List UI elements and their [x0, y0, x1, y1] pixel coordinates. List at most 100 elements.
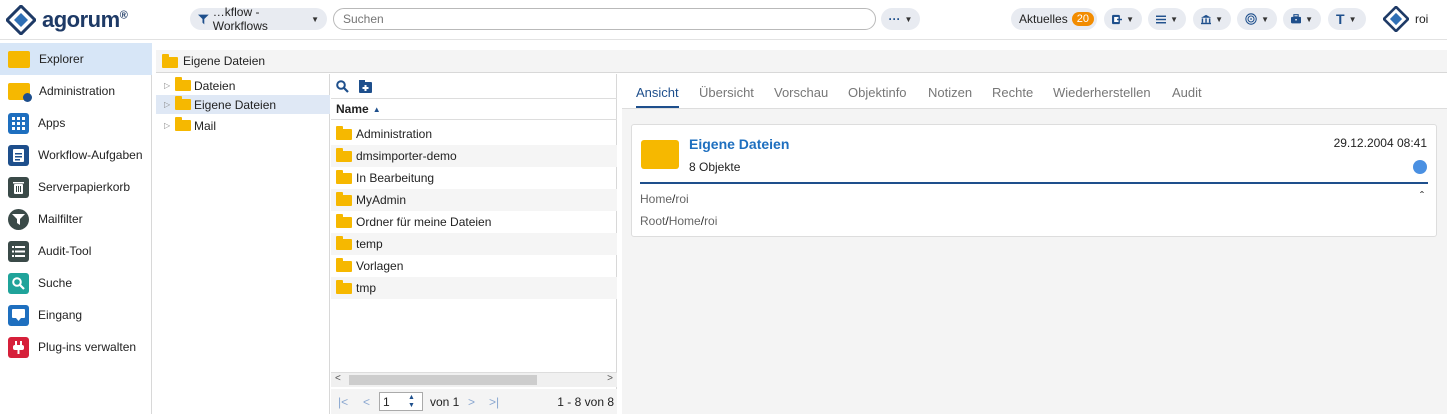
horizontal-scrollbar[interactable]: < >: [331, 372, 617, 387]
object-count: 8 Objekte: [689, 160, 741, 174]
admin-folder-icon: [8, 82, 32, 102]
previous-page-icon[interactable]: <: [363, 395, 370, 409]
tree-item-label: Eigene Dateien: [194, 97, 277, 112]
list-item-label: temp: [356, 237, 383, 251]
tab-rechte[interactable]: Rechte: [992, 85, 1033, 100]
export-icon: [1112, 14, 1123, 24]
scroll-right-icon[interactable]: >: [607, 373, 613, 384]
tab-wiederherstellen[interactable]: Wiederherstellen: [1053, 85, 1151, 100]
list-item[interactable]: MyAdmin: [331, 189, 617, 211]
path-segment[interactable]: Home: [640, 192, 672, 206]
path-home: Home/roi: [640, 192, 689, 206]
search-icon[interactable]: [1413, 160, 1427, 174]
logo-registered-mark: ®: [119, 9, 128, 22]
stepper-arrows-icon[interactable]: ▲ ▼: [408, 394, 415, 410]
tab-audit[interactable]: Audit: [1172, 85, 1202, 100]
folder-icon: [336, 147, 352, 162]
tree-item-eigene-dateien[interactable]: ▷ Eigene Dateien: [156, 95, 330, 114]
toolbox-menu-button[interactable]: ▼: [1283, 8, 1321, 30]
sidebar-item-workflow-aufgaben[interactable]: Workflow-Aufgaben: [0, 139, 152, 171]
column-header-name[interactable]: Name ▲: [331, 98, 617, 120]
text-format-icon: T: [1336, 11, 1345, 27]
tree-item-mail[interactable]: ▷ Mail: [156, 116, 330, 135]
path-segment[interactable]: Root: [640, 214, 665, 228]
chevron-down-icon: ▼: [904, 14, 913, 24]
fingerprint-menu-button[interactable]: ▼: [1237, 8, 1277, 30]
folder-icon: [175, 117, 191, 131]
text-menu-button[interactable]: T ▼: [1328, 8, 1366, 30]
aktuelles-count-badge: 20: [1071, 12, 1094, 26]
more-actions-button[interactable]: ··· ▼: [881, 8, 920, 30]
aktuelles-button[interactable]: Aktuelles 20: [1011, 8, 1097, 30]
list-item[interactable]: In Bearbeitung: [331, 167, 617, 189]
bank-icon: [1201, 14, 1212, 24]
list-item[interactable]: temp: [331, 233, 617, 255]
detail-panel: Ansicht Übersicht Vorschau Objektinfo No…: [622, 74, 1447, 414]
list-item-label: dmsimporter-demo: [356, 149, 457, 163]
folder-icon: [336, 279, 352, 294]
breadcrumb-current[interactable]: Eigene Dateien: [183, 54, 265, 68]
tree-item-label: Dateien: [194, 78, 236, 93]
tab-ansicht[interactable]: Ansicht: [636, 85, 679, 108]
tab-notizen[interactable]: Notizen: [928, 85, 972, 100]
sidebar-item-suche[interactable]: Suche: [0, 267, 152, 299]
object-title[interactable]: Eigene Dateien: [689, 136, 789, 152]
folder-icon: [336, 213, 352, 228]
workflow-filter-dropdown[interactable]: …kflow - Workflows ▼: [190, 5, 327, 33]
search-icon[interactable]: [336, 79, 349, 93]
sidebar-item-administration[interactable]: Administration: [0, 75, 152, 107]
last-page-icon[interactable]: >|: [489, 395, 499, 409]
sidebar-item-audit-tool[interactable]: Audit-Tool: [0, 235, 152, 267]
path-segment[interactable]: Home: [669, 214, 701, 228]
folder-icon: [162, 54, 178, 68]
file-list: Name ▲ Administration dmsimporter-demo I…: [331, 74, 617, 414]
item-range-label: 1 - 8 von 8: [557, 394, 614, 409]
expand-arrow-icon[interactable]: ▷: [164, 81, 172, 90]
list-item[interactable]: dmsimporter-demo: [331, 145, 617, 167]
sidebar-item-serverpapierkorb[interactable]: Serverpapierkorb: [0, 171, 152, 203]
tree-item-dateien[interactable]: ▷ Dateien: [156, 76, 330, 95]
list-item[interactable]: Administration: [331, 123, 617, 145]
folder-icon: [336, 169, 352, 184]
search-input[interactable]: [333, 8, 876, 30]
user-name: roi: [1415, 12, 1429, 26]
chevron-up-icon[interactable]: ˆ: [1420, 189, 1424, 203]
path-segment[interactable]: roi: [704, 214, 717, 228]
page-count-label: von 1: [430, 394, 460, 409]
list-item[interactable]: Ordner für meine Dateien: [331, 211, 617, 233]
workflow-filter-label: …kflow - Workflows: [212, 5, 268, 33]
main-menu-button[interactable]: ▼: [1148, 8, 1186, 30]
filter-icon: [198, 14, 209, 24]
apps-grid-icon: [8, 112, 29, 134]
scroll-left-icon[interactable]: <: [335, 373, 341, 384]
card-divider: [640, 182, 1428, 184]
folder-icon: [336, 191, 352, 206]
app-logo[interactable]: agorum®: [6, 4, 128, 36]
tab-uebersicht[interactable]: Übersicht: [699, 85, 754, 100]
sidebar-item-apps[interactable]: Apps: [0, 107, 152, 139]
page-number-stepper[interactable]: 1 ▲ ▼: [379, 392, 423, 411]
sidebar-item-plug-ins-verwalten[interactable]: Plug-ins verwalten: [0, 331, 152, 363]
path-segment[interactable]: roi: [675, 192, 688, 206]
scrollbar-thumb[interactable]: [349, 375, 537, 385]
sidebar-item-eingang[interactable]: Eingang: [0, 299, 152, 331]
first-page-icon[interactable]: |<: [338, 395, 348, 409]
next-page-icon[interactable]: >: [468, 395, 475, 409]
list-item[interactable]: Vorlagen: [331, 255, 617, 277]
tab-vorschau[interactable]: Vorschau: [774, 85, 828, 100]
folder-icon: [175, 96, 191, 110]
tab-objektinfo[interactable]: Objektinfo: [848, 85, 907, 100]
expand-arrow-icon[interactable]: ▷: [164, 100, 172, 109]
sort-ascending-icon: ▲: [372, 104, 381, 114]
user-avatar-icon: [1383, 6, 1409, 32]
new-folder-icon[interactable]: [359, 79, 374, 93]
detail-tabs: Ansicht Übersicht Vorschau Objektinfo No…: [622, 74, 1447, 109]
institution-menu-button[interactable]: ▼: [1193, 8, 1231, 30]
object-date: 29.12.2004 08:41: [1333, 136, 1427, 150]
export-menu-button[interactable]: ▼: [1104, 8, 1142, 30]
sidebar-item-explorer[interactable]: Explorer: [0, 43, 152, 75]
expand-arrow-icon[interactable]: ▷: [164, 121, 172, 130]
user-menu[interactable]: roi: [1383, 6, 1428, 32]
list-item[interactable]: tmp: [331, 277, 617, 299]
sidebar-item-mailfilter[interactable]: Mailfilter: [0, 203, 152, 235]
